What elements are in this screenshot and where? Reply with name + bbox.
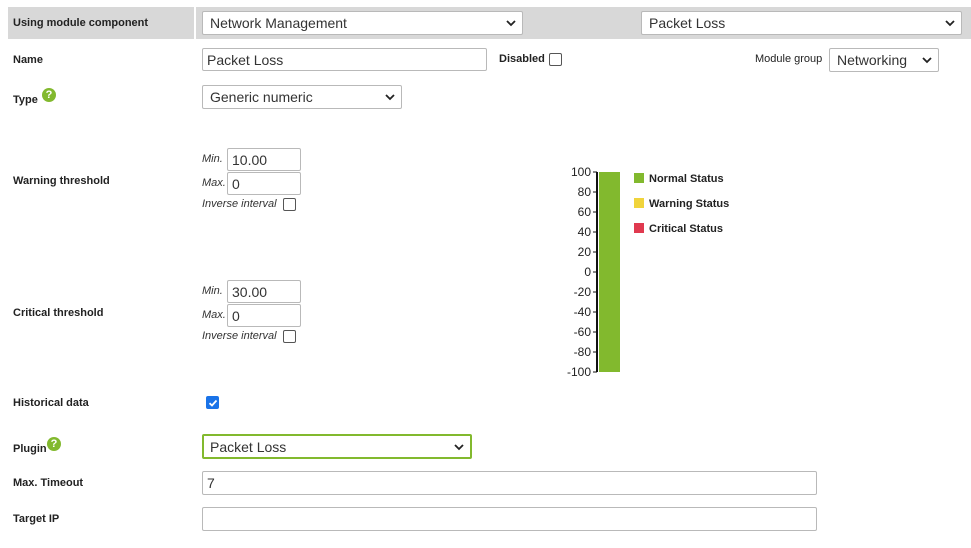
- chart-tick-label: -40: [574, 305, 592, 319]
- chart-tick-label: 60: [578, 205, 592, 219]
- chart-tick-label: -20: [574, 285, 592, 299]
- chevron-down-icon: [385, 94, 395, 101]
- critical-min-label: Min.: [202, 285, 223, 297]
- chevron-down-icon: [454, 443, 464, 450]
- historical-data-checkbox[interactable]: [206, 396, 219, 409]
- name-label: Name: [13, 54, 43, 66]
- max-timeout-input[interactable]: 7: [202, 471, 817, 495]
- warning-min-input[interactable]: 10.00: [227, 148, 301, 171]
- critical-max-label: Max.: [202, 309, 226, 321]
- critical-inverse-checkbox[interactable]: [283, 330, 296, 343]
- disabled-checkbox[interactable]: [549, 53, 562, 66]
- chart-tick-label: 100: [571, 165, 591, 179]
- critical-threshold-label: Critical threshold: [13, 307, 104, 319]
- disabled-label: Disabled: [499, 53, 545, 65]
- component-value: Packet Loss: [649, 15, 726, 31]
- chart-legend-label: Critical Status: [649, 223, 723, 235]
- chart-tick-label: 80: [578, 185, 592, 199]
- chart-tick-label: 0: [584, 265, 591, 279]
- threshold-chart: 100 80 60 40 20 0 -20 -40 -60 -80 -100 Normal Statu…: [555, 162, 755, 382]
- warning-inverse-label: Inverse interval: [202, 198, 277, 210]
- plugin-value: Packet Loss: [210, 438, 287, 455]
- chart-tick-label: -60: [574, 325, 592, 339]
- plugin-label: Plugin: [13, 443, 47, 455]
- chevron-down-icon: [506, 20, 516, 27]
- help-icon[interactable]: ?: [47, 437, 61, 451]
- warning-max-input[interactable]: 0: [227, 172, 301, 195]
- critical-min-input[interactable]: 30.00: [227, 280, 301, 303]
- historical-data-label: Historical data: [13, 397, 89, 409]
- warning-threshold-label: Warning threshold: [13, 175, 110, 187]
- module-group-select[interactable]: Networking: [829, 48, 939, 72]
- chart-legend-swatch: [634, 198, 644, 208]
- chart-band-0: [599, 172, 620, 372]
- chart-legend-swatch: [634, 173, 644, 183]
- type-value: Generic numeric: [210, 89, 313, 105]
- component-select[interactable]: Packet Loss: [641, 11, 962, 35]
- warning-inverse-checkbox[interactable]: [283, 198, 296, 211]
- chart-tick-label: -80: [574, 345, 592, 359]
- chart-legend-label: Normal Status: [649, 173, 724, 185]
- module-group-label: Module group: [755, 53, 823, 65]
- target-ip-input[interactable]: [202, 507, 817, 531]
- help-icon[interactable]: ?: [42, 88, 56, 102]
- chevron-down-icon: [945, 20, 955, 27]
- warning-max-label: Max.: [202, 177, 226, 189]
- module-group-value: Networking: [837, 52, 908, 68]
- using-module-component-cell: Using module component: [8, 7, 194, 39]
- type-label: Type: [13, 94, 38, 106]
- chevron-down-icon: [922, 57, 932, 64]
- checkmark-icon: [208, 399, 217, 407]
- chart-tick-label: 20: [578, 245, 592, 259]
- target-ip-label: Target IP: [13, 513, 60, 525]
- warning-min-label: Min.: [202, 153, 223, 165]
- name-input[interactable]: Packet Loss: [202, 48, 487, 71]
- using-module-component-label: Using module component: [13, 17, 149, 29]
- component-group-select[interactable]: Network Management: [202, 11, 523, 35]
- threshold-chart-svg: 100 80 60 40 20 0 -20 -40 -60 -80 -100 Normal Statu…: [567, 165, 729, 379]
- chart-tick-label: -100: [567, 365, 591, 379]
- component-group-value: Network Management: [210, 15, 347, 31]
- max-timeout-label: Max. Timeout: [13, 477, 84, 489]
- critical-max-input[interactable]: 0: [227, 304, 301, 327]
- chart-legend-swatch: [634, 223, 644, 233]
- type-select[interactable]: Generic numeric: [202, 85, 402, 109]
- chart-tick-label: 40: [578, 225, 592, 239]
- critical-inverse-label: Inverse interval: [202, 330, 277, 342]
- chart-legend-label: Warning Status: [649, 198, 729, 210]
- plugin-select[interactable]: Packet Loss: [202, 434, 472, 459]
